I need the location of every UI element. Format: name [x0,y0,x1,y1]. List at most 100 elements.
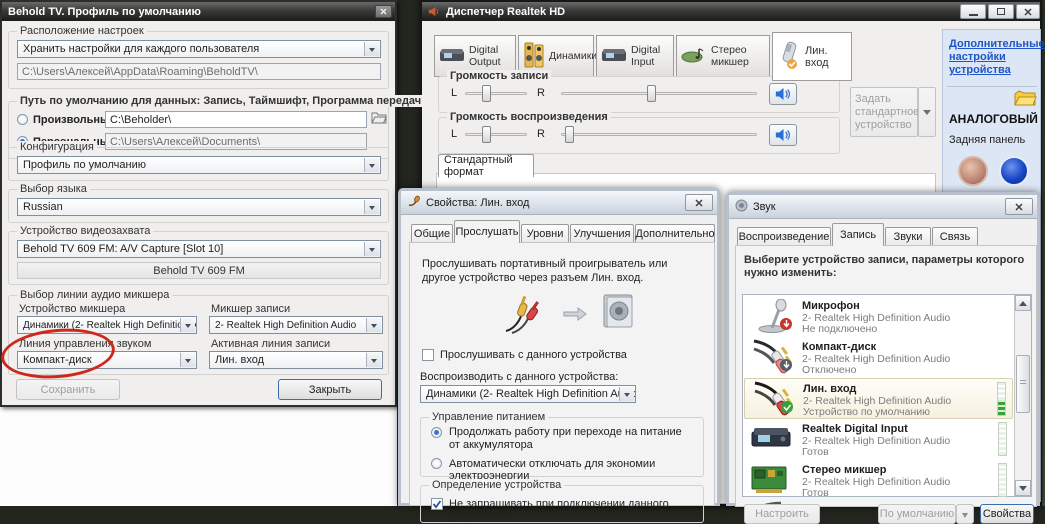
properties-body: Общие Прослушать Уровни Улучшения Дополн… [401,215,717,503]
tab-advanced[interactable]: Дополнительно [635,224,715,243]
tab-label: Лин. вход [805,45,847,69]
desktop-background: Диспетчер Realtek HD Digital Output Дина… [0,0,1045,506]
tab-default-format[interactable]: Стандартный формат [438,154,534,177]
arrow-right-icon [562,305,588,326]
chevron-down-icon [364,42,379,56]
format-tab-label: Стандартный формат [444,154,528,178]
tab-playback[interactable]: Воспроизведение [737,227,831,246]
tab-label: Связь [940,231,970,243]
combo-value: Профиль по умолчанию [23,159,146,171]
playback-mute-button[interactable] [769,124,797,146]
sound-titlebar[interactable]: Звук [729,195,1037,219]
record-mute-button[interactable] [769,83,797,105]
language-label: Выбор языка [17,183,90,195]
tab-line-in[interactable]: Лин. вход [772,32,852,81]
capture-device-combo[interactable]: Behold TV 609 FM: A/V Capture [Slot 10] [17,240,381,258]
properties-button[interactable]: Свойства [980,504,1034,524]
folder-icon [1013,90,1037,110]
power-continue-radio[interactable] [431,427,442,438]
close-icon[interactable] [375,5,392,18]
close-icon[interactable] [1005,198,1033,215]
record-mixer-combo[interactable]: 2- Realtek High Definition Audio [209,316,383,334]
jack-blue[interactable] [999,156,1029,186]
device-status: Готов [802,487,829,499]
capture-device-banner: Behold TV 609 FM [17,262,381,279]
tab-enhancements[interactable]: Улучшения [570,224,634,243]
listen-checkbox-label: Прослушивать с данного устройства [440,349,627,361]
tab-levels[interactable]: Уровни [521,224,569,243]
set-default-device-button[interactable]: Задать стандартное устройство [850,87,918,137]
close-button[interactable]: Закрыть [278,379,382,400]
tab-recording[interactable]: Запись [832,223,884,246]
tab-label: Дополнительно [635,228,714,240]
combo-value: 2- Realtek High Definition Audio [215,320,356,331]
configure-button[interactable]: Настроить [744,504,820,524]
custom-path-field[interactable]: C:\Beholder\ [105,111,367,128]
chevron-down-icon [364,158,379,172]
stereo-mix-device-icon [750,463,792,498]
save-button[interactable]: Сохранить [16,379,120,400]
jack-pink[interactable] [958,156,988,186]
combo-value: Хранить настройки для каждого пользовате… [23,43,259,55]
close-icon[interactable] [1016,4,1040,19]
playback-device-combo[interactable]: Динамики (2- Realtek High Definition Aud… [420,385,636,403]
list-item[interactable]: Компакт-диск 2- Realtek High Definition … [744,337,1013,378]
close-icon[interactable] [685,194,713,211]
save-button-label: Сохранить [41,384,96,396]
set-default-dropdown[interactable] [956,504,974,524]
sidebar-divider [947,86,1037,87]
active-record-line-combo[interactable]: Лин. вход [209,351,383,369]
language-combo[interactable]: Russian [17,198,381,216]
list-item[interactable]: Realtek Digital Input 2- Realtek High De… [744,419,1013,460]
list-item[interactable]: Стерео микшер 2- Realtek High Definition… [744,460,1013,501]
scrollbar[interactable] [1014,295,1031,496]
record-volume-slider[interactable] [561,84,757,103]
realtek-titlebar[interactable]: Диспетчер Realtek HD [422,2,1040,21]
set-default-dropdown-button[interactable] [918,87,936,137]
settings-location-label: Расположение настроек [17,25,147,37]
device-name: Лин. вход [803,383,856,395]
tab-stereo-mix[interactable]: Стерео микшер [676,35,770,77]
playback-volume-group: Громкость воспроизведения L R [438,117,840,154]
field-value: C:\Users\Алексей\Documents\ [110,136,260,148]
advanced-settings-link[interactable]: Дополнительные настройки устройства [949,38,1037,77]
listen-checkbox[interactable] [422,349,434,361]
tab-digital-input[interactable]: Digital Input [596,35,674,77]
power-auto-off-radio[interactable] [431,458,442,469]
sound-window-title: Звук [753,201,776,213]
custom-path-radio[interactable] [17,114,28,125]
tab-listen[interactable]: Прослушать [454,220,520,243]
record-balance-slider[interactable] [465,84,527,103]
banner-text: Behold TV 609 FM [153,265,245,277]
settings-path-field[interactable]: C:\Users\Алексей\AppData\Roaming\BeholdT… [17,63,381,80]
list-item[interactable]: Микрофон 2- Realtek High Definition Audi… [744,296,1013,337]
minimize-button[interactable] [960,4,986,19]
combo-value: Russian [23,201,63,213]
set-default-button[interactable]: По умолчанию [878,504,956,524]
maximize-button[interactable] [988,4,1014,19]
no-prompt-checkbox[interactable] [431,498,443,510]
chevron-down-icon [962,513,968,521]
properties-dialog-icon [407,194,421,211]
recording-device-list: Микрофон 2- Realtek High Definition Audi… [742,294,1032,497]
playback-balance-slider[interactable] [465,125,527,144]
list-item-selected[interactable]: Лин. вход 2- Realtek High Definition Aud… [744,378,1013,419]
tab-general[interactable]: Общие [411,224,453,243]
device-name: Микрофон [802,300,860,312]
scroll-down-button[interactable] [1015,480,1031,496]
speakers-icon [523,42,545,71]
properties-titlebar[interactable]: Свойства: Лин. вход [401,191,717,215]
scroll-up-button[interactable] [1015,295,1031,311]
tab-sounds[interactable]: Звуки [885,227,931,246]
power-management-group: Управление питанием Продолжать работу пр… [420,417,704,477]
settings-location-combo[interactable]: Хранить настройки для каждого пользовате… [17,40,381,58]
set-default-button-label: По умолчанию [880,508,954,520]
browse-folder-icon[interactable] [371,111,387,127]
digital-output-icon [439,45,465,68]
playback-volume-slider[interactable] [561,125,757,144]
line-in-icon [777,40,801,73]
behold-titlebar[interactable]: Behold TV. Профиль по умолчанию [2,2,395,21]
configuration-combo[interactable]: Профиль по умолчанию [17,156,381,174]
tab-communications[interactable]: Связь [932,227,978,246]
scrollbar-thumb[interactable] [1016,355,1030,413]
